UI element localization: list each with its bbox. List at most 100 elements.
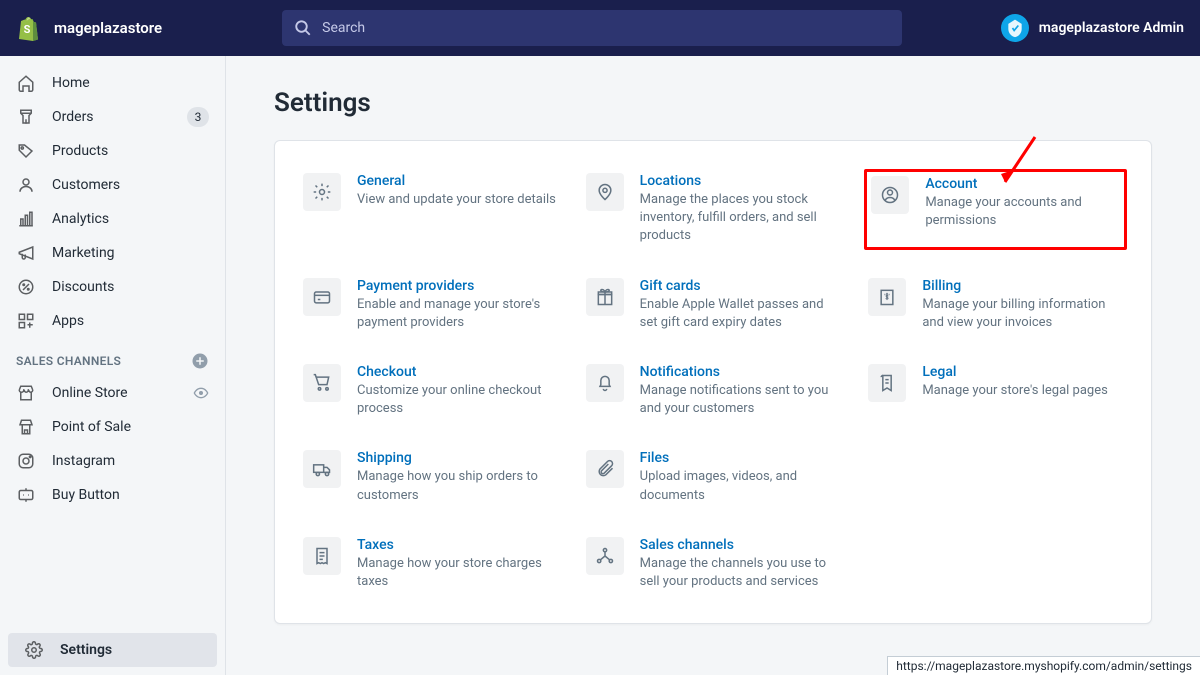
setting-title[interactable]: Payment providers xyxy=(357,278,558,294)
user-avatar-icon xyxy=(1001,14,1029,42)
sidebar-item-label: Customers xyxy=(52,177,120,193)
attachment-icon xyxy=(586,450,624,488)
sidebar-channel-buy-button[interactable]: Buy Button xyxy=(0,478,225,512)
setting-desc: Manage your accounts and permissions xyxy=(925,194,1120,230)
sidebar-channel-online-store[interactable]: Online Store xyxy=(0,376,225,410)
setting-title[interactable]: General xyxy=(357,173,558,189)
setting-checkout[interactable]: Checkout Customize your online checkout p… xyxy=(299,360,562,422)
settings-card: GeneralView and update your store detail… xyxy=(274,140,1152,624)
legal-icon xyxy=(868,364,906,402)
setting-billing[interactable]: $ Billing Manage your billing information … xyxy=(864,274,1127,336)
sidebar: Home Orders 3 Products Customers Analytics Mar… xyxy=(0,56,226,675)
sidebar-item-label: Home xyxy=(52,75,90,91)
view-store-icon[interactable] xyxy=(193,385,209,401)
online-store-icon xyxy=(16,383,36,403)
store-brand[interactable]: S mageplazastore xyxy=(16,15,162,41)
billing-icon: $ xyxy=(868,278,906,316)
sidebar-item-label: Analytics xyxy=(52,211,109,227)
buy-button-icon xyxy=(16,485,36,505)
location-icon xyxy=(586,173,624,211)
svg-text:$: $ xyxy=(885,293,889,301)
setting-desc: Manage your store's legal pages xyxy=(922,382,1123,400)
setting-desc: Manage your billing information and view… xyxy=(922,296,1123,332)
settings-icon xyxy=(24,640,44,660)
setting-sales-channels[interactable]: Sales channels Manage the channels you us… xyxy=(582,533,845,595)
gear-icon xyxy=(303,173,341,211)
setting-title[interactable]: Sales channels xyxy=(640,537,841,553)
pos-icon xyxy=(16,417,36,437)
setting-desc: Enable and manage your store's payment p… xyxy=(357,296,558,332)
search-input[interactable] xyxy=(322,20,890,36)
setting-title[interactable]: Shipping xyxy=(357,450,558,466)
setting-title[interactable]: Gift cards xyxy=(640,278,841,294)
setting-legal[interactable]: Legal Manage your store's legal pages xyxy=(864,360,1127,422)
discounts-icon xyxy=(16,277,36,297)
payment-icon xyxy=(303,278,341,316)
setting-payment-providers[interactable]: Payment providers Enable and manage your … xyxy=(299,274,562,336)
sidebar-item-discounts[interactable]: Discounts xyxy=(0,270,225,304)
setting-title[interactable]: Taxes xyxy=(357,537,558,553)
badge: 3 xyxy=(187,107,209,127)
setting-general[interactable]: GeneralView and update your store detail… xyxy=(299,169,562,250)
sidebar-item-products[interactable]: Products xyxy=(0,134,225,168)
setting-notifications[interactable]: Notifications Manage notifications sent t… xyxy=(582,360,845,422)
shopify-logo-icon: S xyxy=(16,15,40,41)
orders-icon xyxy=(16,107,36,127)
setting-desc: Enable Apple Wallet passes and set gift … xyxy=(640,296,841,332)
page-title: Settings xyxy=(274,88,1152,118)
sidebar-item-label: Buy Button xyxy=(52,487,120,503)
sidebar-item-label: Settings xyxy=(60,642,112,658)
gift-icon xyxy=(586,278,624,316)
sidebar-item-marketing[interactable]: Marketing xyxy=(0,236,225,270)
customers-icon xyxy=(16,175,36,195)
sidebar-item-analytics[interactable]: Analytics xyxy=(0,202,225,236)
setting-title[interactable]: Legal xyxy=(922,364,1123,380)
setting-title[interactable]: Notifications xyxy=(640,364,841,380)
sidebar-item-label: Online Store xyxy=(52,385,128,401)
setting-title[interactable]: Locations xyxy=(640,173,841,189)
add-channel-icon[interactable] xyxy=(191,352,209,370)
analytics-icon xyxy=(16,209,36,229)
sidebar-item-label: Orders xyxy=(52,109,94,125)
truck-icon xyxy=(303,450,341,488)
setting-account[interactable]: Account Manage your accounts and permissi… xyxy=(864,169,1127,250)
sidebar-channel-instagram[interactable]: Instagram xyxy=(0,444,225,478)
products-icon xyxy=(16,141,36,161)
user-menu[interactable]: mageplazastore Admin xyxy=(1001,14,1184,42)
search-box[interactable] xyxy=(282,10,902,46)
search-container xyxy=(282,10,902,46)
sales-channels-header: SALES CHANNELS xyxy=(0,338,225,376)
sidebar-item-settings[interactable]: Settings xyxy=(8,633,217,667)
setting-desc: Manage how your store charges taxes xyxy=(357,555,558,591)
sidebar-item-label: Point of Sale xyxy=(52,419,131,435)
top-bar: S mageplazastore mageplazastore Admin xyxy=(0,0,1200,56)
sidebar-item-customers[interactable]: Customers xyxy=(0,168,225,202)
status-bar-url: https://mageplazastore.myshopify.com/adm… xyxy=(887,656,1200,675)
sidebar-item-orders[interactable]: Orders 3 xyxy=(0,100,225,134)
main-content: Settings GeneralView and update your sto… xyxy=(226,56,1200,675)
sidebar-channel-point-of-sale[interactable]: Point of Sale xyxy=(0,410,225,444)
user-label: mageplazastore Admin xyxy=(1039,20,1184,36)
setting-taxes[interactable]: Taxes Manage how your store charges taxes xyxy=(299,533,562,595)
svg-text:S: S xyxy=(24,23,31,36)
setting-shipping[interactable]: ShippingManage how you ship orders to cu… xyxy=(299,446,562,508)
setting-title[interactable]: Checkout xyxy=(357,364,558,380)
receipt-icon xyxy=(303,537,341,575)
setting-desc: Manage the channels you use to sell your… xyxy=(640,555,841,591)
sidebar-item-apps[interactable]: Apps xyxy=(0,304,225,338)
setting-desc: Upload images, videos, and documents xyxy=(640,468,841,504)
setting-title[interactable]: Billing xyxy=(922,278,1123,294)
home-icon xyxy=(16,73,36,93)
cart-icon xyxy=(303,364,341,402)
setting-desc: Manage the places you stock inventory, f… xyxy=(640,191,841,246)
setting-title[interactable]: Account xyxy=(925,176,1120,192)
setting-files[interactable]: Files Upload images, videos, and document… xyxy=(582,446,845,508)
sidebar-item-label: Discounts xyxy=(52,279,114,295)
setting-gift-cards[interactable]: Gift cards Enable Apple Wallet passes and… xyxy=(582,274,845,336)
setting-locations[interactable]: Locations Manage the places you stock inv… xyxy=(582,169,845,250)
setting-desc: Customize your online checkout process xyxy=(357,382,558,418)
setting-desc: Manage notifications sent to you and you… xyxy=(640,382,841,418)
sidebar-item-home[interactable]: Home xyxy=(0,66,225,100)
setting-title[interactable]: Files xyxy=(640,450,841,466)
bell-icon xyxy=(586,364,624,402)
